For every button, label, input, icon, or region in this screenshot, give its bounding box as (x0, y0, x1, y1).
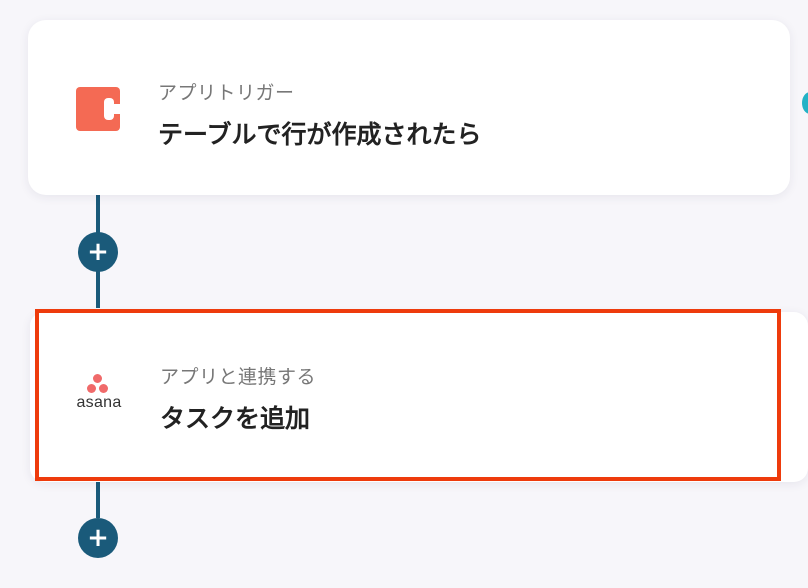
flow-connector (96, 190, 100, 234)
action-step-title: タスクを追加 (160, 404, 311, 433)
add-step-button[interactable]: + (78, 518, 118, 558)
trigger-step-title: テーブルで行が作成されたら (158, 120, 482, 149)
add-step-button[interactable]: + (78, 232, 118, 272)
flow-connector (96, 268, 100, 308)
side-handle-icon[interactable] (802, 92, 808, 114)
action-step-card[interactable]: asana アプリと連携する タスクを追加 (30, 312, 808, 482)
trigger-step-subtitle: アプリトリガー (158, 82, 295, 104)
action-step-text: アプリと連携する タスクを追加 (160, 362, 316, 435)
coda-icon (76, 87, 120, 131)
trigger-step-text: アプリトリガー テーブルで行が作成されたら (158, 78, 482, 151)
trigger-step-card[interactable]: アプリトリガー テーブルで行が作成されたら (28, 20, 790, 195)
asana-wordmark: asana (76, 394, 122, 411)
flow-canvas: アプリトリガー テーブルで行が作成されたら + asana アプリと連携する タ… (0, 0, 808, 588)
action-step-subtitle: アプリと連携する (160, 366, 317, 388)
flow-connector (96, 480, 100, 518)
asana-icon: asana (68, 374, 130, 416)
